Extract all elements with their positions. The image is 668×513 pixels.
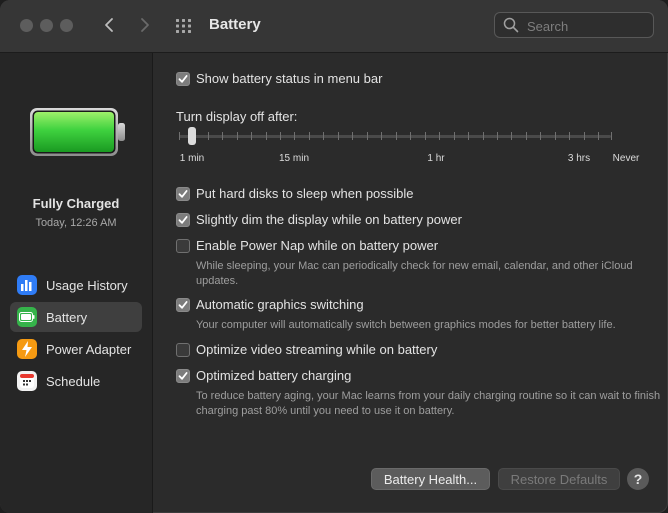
option-graphics-switching[interactable]: Automatic graphics switching <box>176 297 364 312</box>
slider-tick <box>497 132 498 140</box>
slider-tick <box>338 132 339 140</box>
sidebar-item-label: Power Adapter <box>46 341 132 357</box>
checkbox[interactable] <box>176 71 190 86</box>
option-description: To reduce battery aging, your Mac learns… <box>196 390 661 417</box>
slider-tick <box>598 132 599 140</box>
help-button[interactable]: ? <box>627 468 649 490</box>
slider-tick <box>381 132 382 140</box>
checkbox[interactable] <box>176 342 190 357</box>
battery-settings-panel: Show battery status in menu bar Turn dis… <box>153 53 668 513</box>
slider-tick <box>208 132 209 140</box>
option-label: Automatic graphics switching <box>196 297 364 312</box>
display-off-label: Turn display off after: <box>176 109 298 124</box>
slider-tick <box>266 132 267 140</box>
preferences-window: Battery Search Fully Charged Today, 12:2… <box>0 0 668 513</box>
option-optimized-charging[interactable]: Optimized battery charging <box>176 368 351 383</box>
option-description: Your computer will automatically switch … <box>196 319 616 331</box>
checkbox[interactable] <box>176 238 190 253</box>
option-power-nap[interactable]: Enable Power Nap while on battery power <box>176 238 438 253</box>
slider-tick <box>540 132 541 140</box>
battery-status-time: Today, 12:26 AM <box>35 217 117 229</box>
slider-tick <box>237 132 238 140</box>
search-icon <box>503 17 519 33</box>
battery-status-title: Fully Charged <box>32 196 120 211</box>
slider-tick <box>468 132 469 140</box>
slider-tick <box>396 132 397 140</box>
slider-tick <box>352 132 353 140</box>
slider-tick <box>526 132 527 140</box>
minimize-window-button[interactable] <box>40 19 53 32</box>
slider-tick <box>280 132 281 140</box>
chevron-left-icon <box>105 18 113 32</box>
option-label: Put hard disks to sleep when possible <box>196 186 414 201</box>
battery-icon <box>17 307 37 327</box>
option-label: Show battery status in menu bar <box>196 71 383 86</box>
slider-tick <box>611 132 612 140</box>
sidebar-item-usage-history[interactable]: Usage History <box>10 270 142 300</box>
slider-tick <box>483 132 484 140</box>
checkbox[interactable] <box>176 212 190 227</box>
slider-tick <box>179 132 180 140</box>
restore-defaults-button[interactable]: Restore Defaults <box>498 468 620 490</box>
chevron-right-icon <box>141 18 149 32</box>
sidebar-item-power-adapter[interactable]: Power Adapter <box>10 334 142 364</box>
option-label: Optimized battery charging <box>196 368 352 383</box>
grid-icon <box>176 19 191 33</box>
sidebar-item-schedule[interactable]: Schedule <box>10 366 142 396</box>
slider-tick <box>555 132 556 140</box>
option-label: Optimize video streaming while on batter… <box>196 342 438 357</box>
sidebar: Fully Charged Today, 12:26 AM Usage Hist… <box>0 53 153 513</box>
tick-label: 3 hrs <box>567 153 591 164</box>
display-off-slider-track[interactable] <box>179 135 611 138</box>
slider-tick <box>251 132 252 140</box>
checkbox[interactable] <box>176 186 190 201</box>
bar-chart-icon <box>17 275 37 295</box>
slider-tick <box>323 132 324 140</box>
option-hard-disk-sleep[interactable]: Put hard disks to sleep when possible <box>176 186 414 201</box>
tick-label: Never <box>612 153 640 164</box>
tick-label: 1 min <box>179 153 205 164</box>
slider-tick <box>569 132 570 140</box>
sidebar-item-label: Schedule <box>46 373 101 389</box>
option-show-battery-status[interactable]: Show battery status in menu bar <box>176 71 382 86</box>
tick-label: 1 hr <box>427 153 445 164</box>
slider-tick <box>439 132 440 140</box>
option-description: While sleeping, your Mac can periodicall… <box>196 260 633 287</box>
back-button[interactable] <box>98 14 120 36</box>
option-label: Enable Power Nap while on battery power <box>196 238 439 253</box>
tick-label: 15 min <box>278 153 310 164</box>
zoom-window-button[interactable] <box>60 19 73 32</box>
battery-health-button[interactable]: Battery Health... <box>371 468 490 490</box>
slider-tick <box>454 132 455 140</box>
sidebar-item-label: Usage History <box>46 277 128 293</box>
slider-tick <box>294 132 295 140</box>
slider-tick <box>410 132 411 140</box>
option-label: Slightly dim the display while on batter… <box>196 212 462 227</box>
option-video-streaming[interactable]: Optimize video streaming while on batter… <box>176 342 437 357</box>
show-all-button[interactable] <box>175 17 193 35</box>
display-off-slider-knob[interactable] <box>188 127 196 145</box>
search-input[interactable] <box>525 16 651 36</box>
slider-tick <box>425 132 426 140</box>
slider-tick <box>584 132 585 140</box>
sidebar-item-label: Battery <box>46 309 88 325</box>
checkbox[interactable] <box>176 297 190 312</box>
calendar-icon <box>17 371 37 391</box>
battery-charge-icon <box>30 108 125 156</box>
option-dim-display[interactable]: Slightly dim the display while on batter… <box>176 212 462 227</box>
search-field[interactable] <box>494 12 654 38</box>
forward-button[interactable] <box>134 14 156 36</box>
window-title: Battery <box>209 16 261 33</box>
slider-tick <box>222 132 223 140</box>
lightning-icon <box>17 339 37 359</box>
close-window-button[interactable] <box>20 19 33 32</box>
slider-tick <box>309 132 310 140</box>
slider-tick <box>511 132 512 140</box>
slider-tick <box>367 132 368 140</box>
title-bar: Battery <box>0 0 668 53</box>
checkbox[interactable] <box>176 368 190 383</box>
sidebar-item-battery[interactable]: Battery <box>10 302 142 332</box>
